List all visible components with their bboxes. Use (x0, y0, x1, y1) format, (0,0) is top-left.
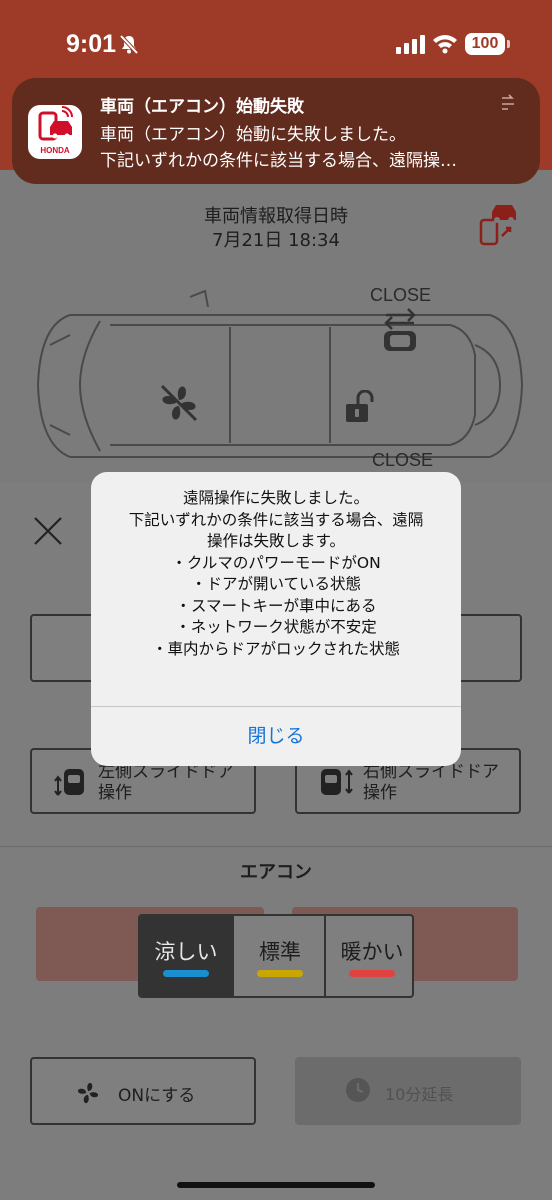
aircon-mode-selector[interactable]: 涼しい 標準 暖かい (138, 914, 414, 998)
alert-line: 遠隔操作に失敗しました。 (182, 489, 369, 507)
fan-icon (77, 1082, 99, 1104)
remote-signal-icon (502, 94, 514, 110)
sliding-door-status-icon (384, 308, 416, 351)
extend-10min-label: 10分延長 (385, 1085, 454, 1104)
mode-cool-color-bar (163, 970, 209, 977)
alert-message: 遠隔操作に失敗しました。 下記いずれかの条件に該当する場合、遠隔 操作は失敗しま… (91, 488, 461, 660)
alert-line: ・クルマのパワーモードがON (171, 553, 381, 572)
alert-line: 操作は失敗します。 (207, 532, 345, 550)
app-icon: HONDA (28, 105, 82, 159)
mode-cool-label: 涼しい (154, 940, 218, 964)
unlock-icon (346, 390, 374, 422)
car-top-view-diagram (36, 289, 524, 458)
mode-warm[interactable]: 暖かい (324, 916, 412, 996)
alert-close-button[interactable]: 閉じる (91, 707, 461, 766)
door-status-bottom: CLOSE (372, 450, 434, 470)
mode-standard-color-bar (257, 970, 303, 977)
notification-body-line1: 車両（エアコン）始動に失敗しました。 (100, 125, 406, 145)
vehicle-info-date: 7月21日 18:34 (212, 230, 340, 251)
signal-icon (396, 35, 425, 54)
mode-warm-color-bar (349, 970, 395, 977)
mute-icon (119, 34, 139, 55)
battery-tip (507, 40, 510, 48)
door-status-top: CLOSE (370, 285, 432, 305)
aircon-on-button[interactable]: ONにする (30, 1057, 256, 1125)
alert-line: ・ネットワーク状態が不安定 (175, 618, 377, 636)
left-sliding-door-label: 左側スライドドア 操作 (98, 762, 234, 804)
left-sliding-door-label-line2: 操作 (98, 783, 132, 803)
mode-warm-label: 暖かい (340, 940, 404, 964)
section-divider (0, 846, 552, 847)
alert-line: ・ドアが開いている状態 (190, 575, 362, 593)
hidden-control-button-left[interactable] (30, 614, 100, 682)
fan-off-icon (160, 384, 198, 422)
push-notification[interactable]: HONDA 車両（エアコン）始動失敗 車両（エアコン）始動に失敗しました。 下記… (12, 78, 540, 184)
notification-title: 車両（エアコン）始動失敗 (100, 97, 304, 117)
app-brand: HONDA (40, 146, 70, 155)
phone-car-icon (38, 106, 73, 141)
extend-10min-button[interactable]: 10分延長 (295, 1057, 521, 1125)
status-bar: 9:01 100 (0, 0, 552, 80)
mode-standard-label: 標準 (259, 940, 301, 964)
status-time: 9:01 (66, 30, 117, 58)
alert-line: ・スマートキーが車中にある (175, 596, 377, 615)
right-sliding-door-label-line2: 操作 (363, 783, 397, 803)
remote-refresh-icon[interactable] (478, 202, 520, 246)
home-indicator[interactable] (177, 1182, 375, 1188)
battery-indicator: 100 (465, 33, 505, 55)
aircon-section-title: エアコン (240, 862, 312, 883)
left-sliding-door-icon (54, 769, 84, 796)
close-icon[interactable] (32, 515, 64, 547)
vehicle-info-title: 車両情報取得日時 (204, 206, 348, 227)
alert-line: 下記いずれかの条件に該当する場合、遠隔 (128, 510, 424, 529)
right-sliding-door-label: 右側スライドドア 操作 (363, 762, 499, 804)
notification-body-line2: 下記いずれかの条件に該当する場合、遠隔操… (100, 151, 457, 171)
right-sliding-door-icon (321, 769, 353, 795)
wifi-icon (433, 35, 457, 54)
error-alert-dialog: 遠隔操作に失敗しました。 下記いずれかの条件に該当する場合、遠隔 操作は失敗しま… (91, 472, 461, 766)
alert-line: ・車内からドアがロックされた状態 (151, 639, 400, 658)
mode-standard[interactable]: 標準 (232, 916, 324, 996)
mode-cool[interactable]: 涼しい (140, 916, 232, 996)
clock-icon (346, 1078, 370, 1102)
aircon-on-label: ONにする (118, 1086, 196, 1106)
